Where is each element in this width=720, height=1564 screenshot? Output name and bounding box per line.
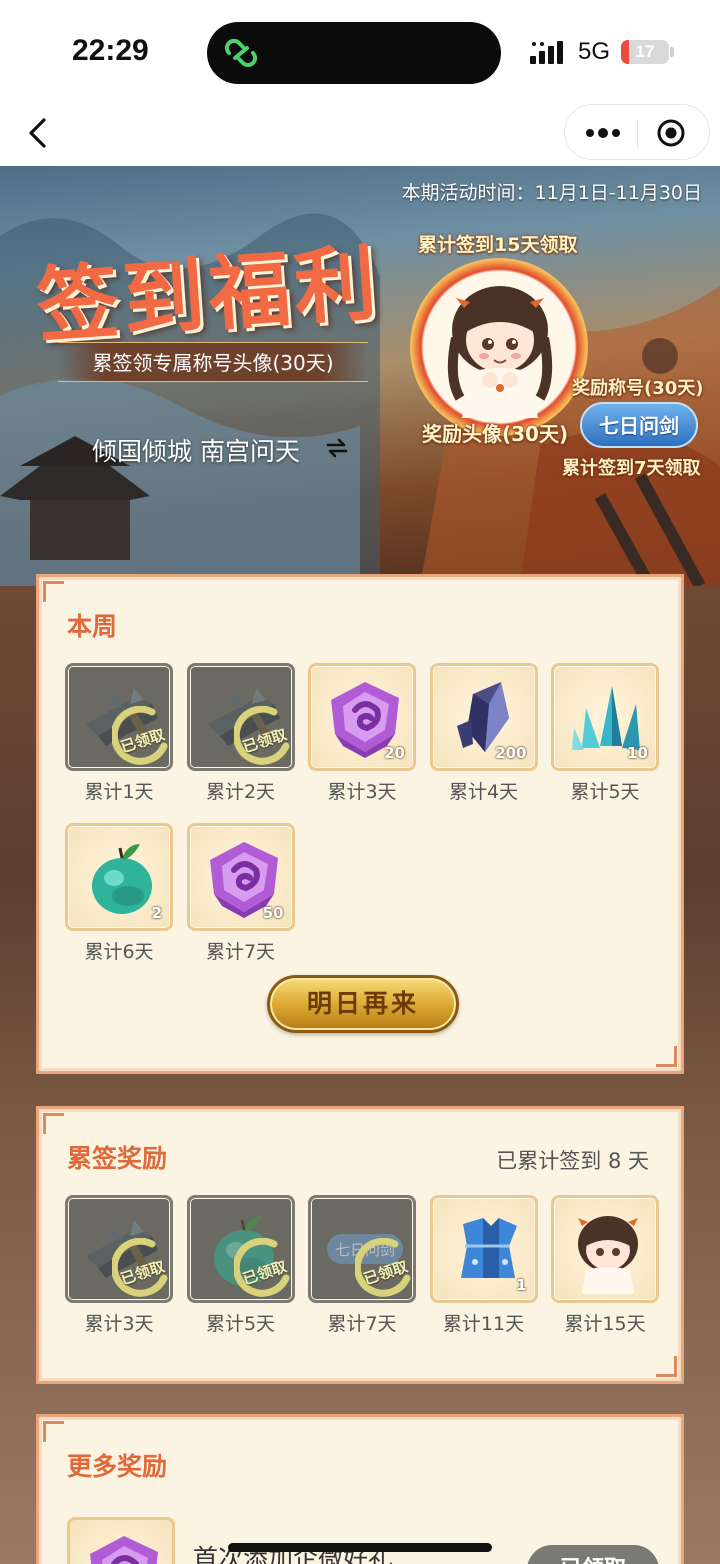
signal-icon <box>530 41 563 64</box>
banner-title: 签到福利 <box>33 235 384 355</box>
reward-item[interactable]: 已领取累计2天 <box>186 663 295 803</box>
purple-jade-icon <box>80 1528 168 1564</box>
more-icon[interactable] <box>581 119 625 147</box>
weekly-panel: 本周 已领取 累计1天 已领取 累计2天 20 累计3天 200 累计4天 10 累计5天 2 累计6… <box>36 574 684 1074</box>
battery-icon: 17 <box>621 40 669 64</box>
reward-item[interactable]: 已领取累计3天 <box>65 1195 173 1335</box>
battery-percent: 17 <box>635 42 655 61</box>
reward-tile[interactable]: 已领取 <box>186 663 295 771</box>
battery-cap <box>670 47 674 57</box>
reward-day-label: 累计6天 <box>84 941 154 963</box>
reward-day-label: 累计1天 <box>84 781 154 803</box>
reward-day-label: 累计3天 <box>327 781 397 803</box>
app-activity-icon <box>224 38 258 68</box>
reward-day-label: 累计3天 <box>84 1313 154 1335</box>
home-indicator <box>228 1543 492 1552</box>
event-period: 本期活动时间：11月1日-11月30日 <box>401 182 702 204</box>
reward-day-label: 累计7天 <box>327 1313 397 1335</box>
reward-tile[interactable] <box>551 1195 659 1303</box>
more-reward-tile[interactable] <box>67 1517 175 1564</box>
more-rewards-panel: 更多奖励 首次添加企微好礼 已领取 <box>36 1414 684 1564</box>
banner-subtitle: 累签领专属称号头像(30天) <box>58 342 368 382</box>
reward-tile[interactable]: 10 <box>551 663 659 771</box>
reward-item[interactable]: 20 累计3天 <box>308 663 416 803</box>
event-banner: 本期活动时间：11月1日-11月30日 签到福利 累签领专属称号头像(30天) … <box>0 166 720 586</box>
claimed-button[interactable]: 已领取 <box>527 1545 659 1564</box>
close-target-icon[interactable] <box>655 117 687 149</box>
back-icon[interactable] <box>18 108 58 158</box>
more-rewards-title: 更多奖励 <box>67 1452 168 1481</box>
reward-tile[interactable]: 已领取 <box>65 663 173 771</box>
reward-item[interactable]: 累计15天 <box>551 1195 659 1335</box>
reward-day-label: 累计2天 <box>205 781 276 803</box>
reward-tile[interactable]: 2 <box>65 823 173 931</box>
reward-tile[interactable]: 已领取 <box>65 1195 173 1303</box>
dynamic-island <box>207 22 501 84</box>
nav-bar <box>0 100 720 166</box>
weekly-title: 本周 <box>67 612 118 641</box>
reward-quantity: 1 <box>516 1276 527 1294</box>
come-back-tomorrow-button[interactable]: 明日再来 <box>267 975 459 1033</box>
hint-7-days: 累计签到7天领取 <box>562 458 701 479</box>
reward-avatar-label: 奖励头像(30天) <box>422 422 569 446</box>
reward-quantity: 50 <box>262 904 284 922</box>
cumulative-title: 累签奖励 <box>67 1144 168 1173</box>
reward-tile[interactable]: 200 <box>429 663 538 771</box>
status-time: 22:29 <box>72 34 149 67</box>
reward-tile[interactable]: 已领取 <box>308 1195 416 1303</box>
reward-tile[interactable]: 50 <box>186 823 295 931</box>
reward-quantity: 2 <box>151 904 162 922</box>
reward-item[interactable]: 1 累计11天 <box>429 1195 538 1335</box>
reward-title-label: 奖励称号(30天) <box>572 378 704 399</box>
cumulative-summary: 已累计签到 8 天 <box>496 1149 649 1173</box>
network-label: 5G <box>578 38 611 65</box>
reward-item[interactable]: 已领取累计1天 <box>65 663 173 803</box>
capsule-divider <box>637 119 638 147</box>
mini-program-capsule <box>564 104 710 160</box>
reward-quantity: 10 <box>627 744 648 762</box>
reward-day-label: 累计4天 <box>448 781 519 803</box>
player-name: 倾国倾城 南宫问天 <box>92 437 300 466</box>
reward-tile[interactable]: 20 <box>308 663 416 771</box>
reward-item[interactable]: 已领取累计5天 <box>186 1195 295 1335</box>
reward-day-label: 累计11天 <box>442 1313 525 1335</box>
title-badge[interactable]: 七日问剑 <box>580 402 698 448</box>
reward-item[interactable]: 50 累计7天 <box>186 823 295 963</box>
reward-day-label: 累计5天 <box>570 781 640 803</box>
switch-account-icon[interactable] <box>326 438 348 458</box>
chibi-avatar-icon <box>578 1216 638 1294</box>
reward-day-label: 累计7天 <box>205 941 276 963</box>
reward-tile[interactable]: 已领取 <box>186 1195 295 1303</box>
chibi-avatar-icon[interactable] <box>430 268 570 418</box>
reward-quantity: 20 <box>384 744 405 762</box>
cumulative-panel: 累签奖励 已累计签到 8 天 已领取 累计3天 已领取 累计5天 已领取 累计7天 1 累计1… <box>36 1106 684 1384</box>
reward-item[interactable]: 200 累计4天 <box>429 663 538 803</box>
reward-quantity: 200 <box>495 744 527 762</box>
reward-day-label: 累计5天 <box>205 1313 276 1335</box>
reward-day-label: 累计15天 <box>564 1313 646 1335</box>
hint-15-days: 累计签到15天领取 <box>418 234 578 256</box>
reward-tile[interactable]: 1 <box>429 1195 538 1303</box>
reward-item[interactable]: 已领取累计7天 <box>308 1195 416 1335</box>
reward-item[interactable]: 2 累计6天 <box>65 823 173 963</box>
reward-item[interactable]: 10 累计5天 <box>551 663 659 803</box>
status-bar: 22:29 5G 17 <box>0 0 720 100</box>
